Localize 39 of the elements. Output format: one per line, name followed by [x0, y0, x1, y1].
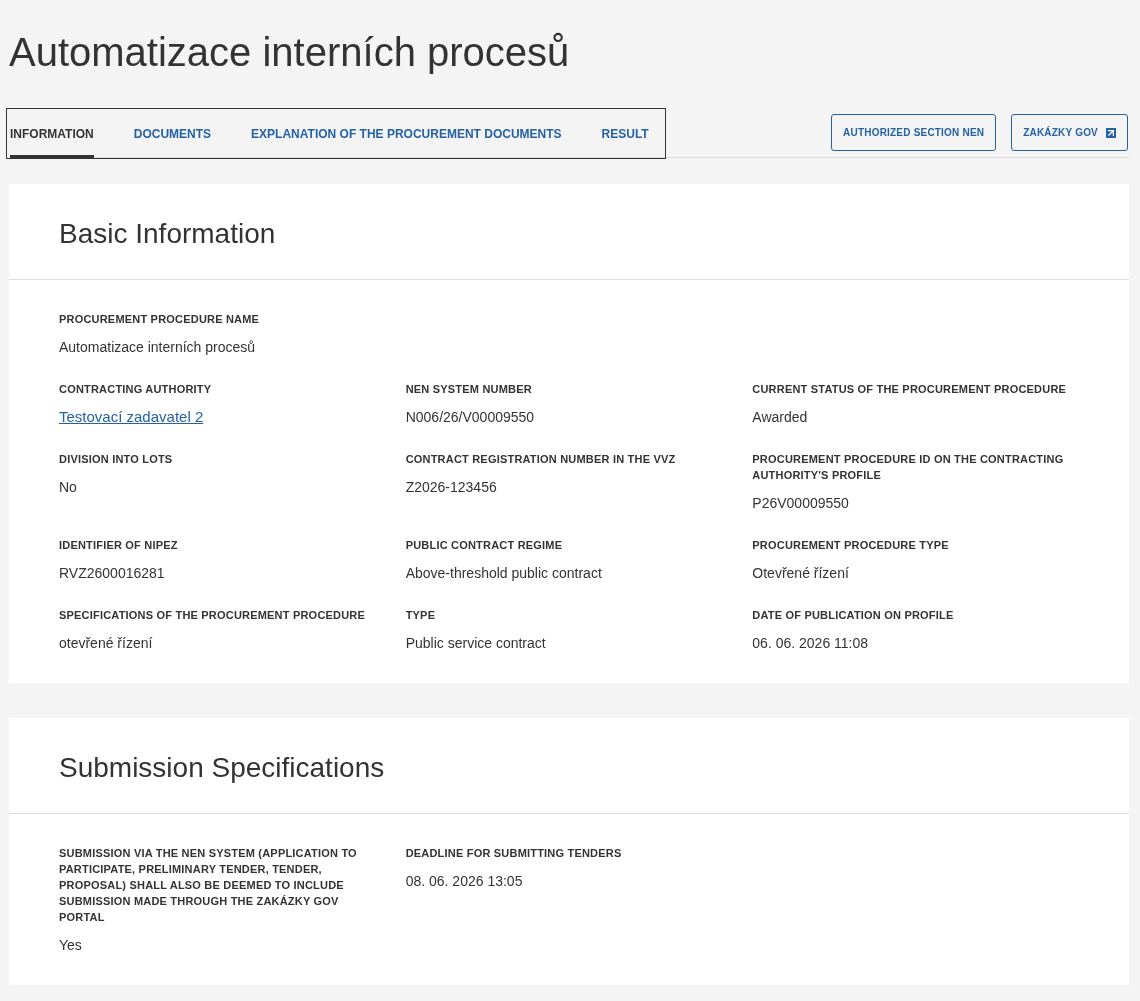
authority-link[interactable]: Testovací zadavatel 2	[59, 408, 204, 425]
field-value: Otevřené řízení	[752, 564, 850, 583]
field-value: RVZ2600016281	[59, 564, 166, 583]
field-value: Above-threshold public contract	[405, 564, 603, 583]
field-label: DEADLINE FOR SUBMITTING TENDERS	[405, 846, 623, 861]
field-label: IDENTIFIER OF NIPEZ	[59, 538, 179, 553]
field-value: 06. 06. 2026 11:08	[752, 634, 870, 653]
field-label: CONTRACT REGISTRATION NUMBER IN THE VVZ	[405, 452, 677, 467]
field-label: CURRENT STATUS OF THE PROCUREMENT PROCEDURE	[752, 382, 1068, 397]
field-value: otevřené řízení	[59, 634, 154, 653]
field-label: CONTRACTING AUTHORITY	[59, 382, 213, 397]
section-title: Submission Specifications	[59, 751, 386, 785]
external-link-button[interactable]: ZAKÁZKY GOV	[1011, 114, 1128, 151]
field-value: Automatizace interních procesů	[59, 338, 257, 357]
tab[interactable]: DOCUMENTS	[133, 109, 212, 158]
field-label: PROCUREMENT PROCEDURE NAME	[59, 312, 261, 327]
field-label: NEN SYSTEM NUMBER	[405, 382, 533, 397]
field-value: Awarded	[752, 408, 809, 427]
field-value: Yes	[59, 936, 83, 955]
field-value: P26V00009550	[752, 494, 850, 513]
field-label: SUBMISSION VIA THE NEN SYSTEM (APPLICATION TO PARTICIPATE, PRELIMINARY TENDER, TENDER, PROPOSAL) SHALL ALSO BE DEEMED TO INCLUDE SUBMISSION MADE THROUGH THE ZAKÁZKY GOV PORTAL	[59, 846, 358, 925]
field-label: PUBLIC CONTRACT REGIME	[405, 538, 564, 553]
field-value: Public service contract	[405, 634, 547, 653]
page-title: Automatizace interních procesů	[9, 29, 571, 76]
field-value: N006/26/V00009550	[405, 408, 536, 427]
section-link-button[interactable]: AUTHORIZED SECTION NEN	[831, 114, 997, 151]
field-value: Z2026-123456	[405, 478, 498, 497]
field-label: TYPE	[405, 608, 437, 623]
field-label: DIVISION INTO LOTS	[59, 452, 174, 467]
field-label: PROCUREMENT PROCEDURE TYPE	[752, 538, 950, 553]
field-value: No	[59, 478, 78, 497]
tab[interactable]: INFORMATION	[10, 109, 94, 158]
section-title: Basic Information	[59, 217, 277, 251]
tab[interactable]: RESULT	[601, 109, 649, 158]
field-value: 08. 06. 2026 13:05	[405, 872, 524, 891]
tab[interactable]: EXPLANATION OF THE PROCUREMENT DOCUMENTS	[251, 109, 562, 158]
field-label: SPECIFICATIONS OF THE PROCUREMENT PROCEDURE	[59, 608, 367, 623]
field-label: PROCUREMENT PROCEDURE ID ON THE CONTRACTING AUTHORITY'S PROFILE	[752, 452, 1065, 483]
field-label: DATE OF PUBLICATION ON PROFILE	[752, 608, 955, 623]
